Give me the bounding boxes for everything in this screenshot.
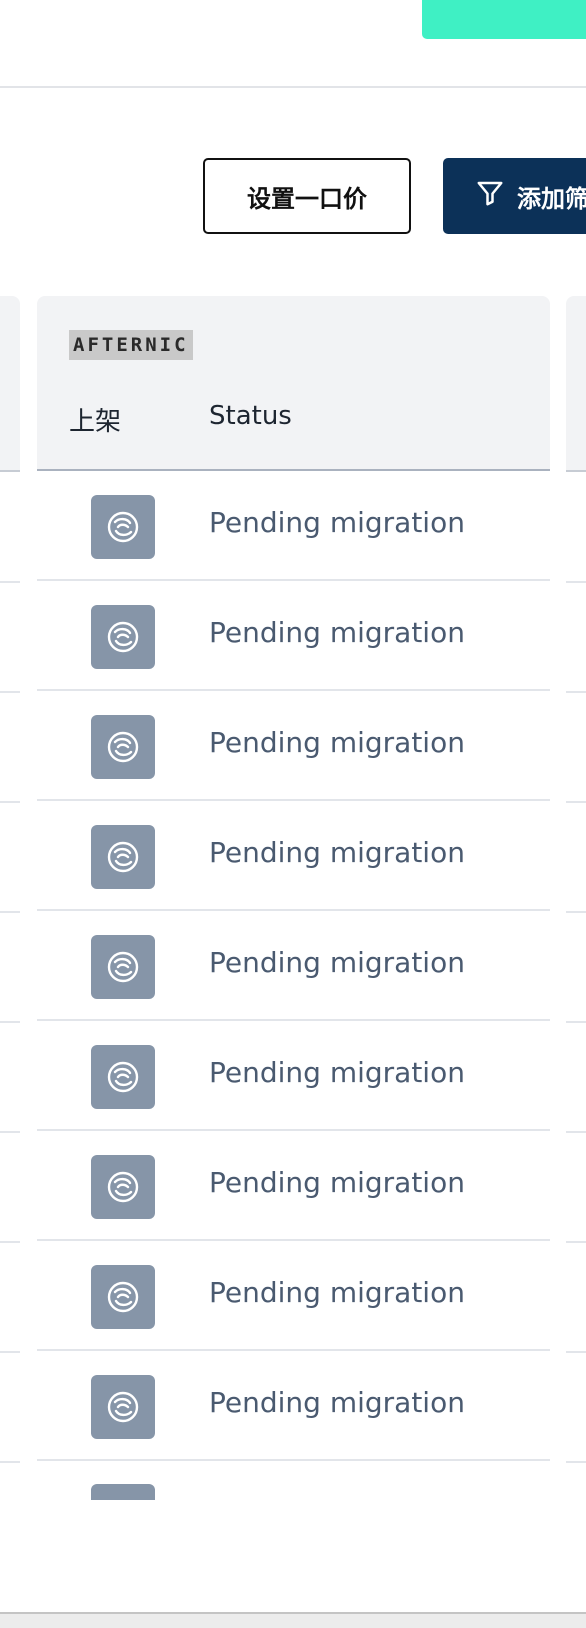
adjacent-column-header-right: [566, 296, 586, 470]
afternic-logo-icon[interactable]: [91, 1155, 155, 1219]
top-accent-button[interactable]: [422, 0, 586, 39]
adjacent-column-cell-left: [0, 471, 20, 583]
table-row[interactable]: Pending migration: [37, 1021, 550, 1131]
row-status: Pending migration: [209, 616, 465, 649]
adjacent-column-cell-right: [566, 691, 586, 803]
table-row[interactable]: Pending migration: [37, 581, 550, 691]
adjacent-column-cell-right: [566, 1131, 586, 1243]
table-row[interactable]: Pending migration: [37, 1131, 550, 1241]
section-divider: [0, 86, 586, 88]
row-status: Pending migration: [209, 1276, 465, 1309]
adjacent-column-cell-left: [0, 1241, 20, 1353]
table-row[interactable]: Pending migration: [37, 471, 550, 581]
row-status: Pending migration: [209, 506, 465, 539]
adjacent-column-cell-left: [0, 1131, 20, 1243]
bottom-bar: [0, 1612, 586, 1628]
column-header-list: 上架: [69, 407, 122, 437]
adjacent-column-cell-left: [0, 911, 20, 1023]
afternic-rows: Pending migration Pending migration Pendin…: [37, 471, 550, 1461]
row-status: Pending migration: [209, 1166, 465, 1199]
adjacent-column-cell-right: [566, 1351, 586, 1463]
table-row[interactable]: Pending migration: [37, 801, 550, 911]
set-fixed-price-button[interactable]: 设置一口价: [203, 158, 411, 234]
adjacent-column-cell-left: [0, 691, 20, 803]
add-filter-label: 添加筛选: [517, 184, 586, 213]
column-header-status: Status: [209, 401, 292, 431]
adjacent-column-cell-right: [566, 581, 586, 693]
row-status: Pending migration: [209, 1056, 465, 1089]
table-row[interactable]: Pending migration: [37, 691, 550, 801]
afternic-logo-icon[interactable]: [91, 495, 155, 559]
adjacent-column-cell-right: [566, 1021, 586, 1133]
row-status: Pending migration: [209, 836, 465, 869]
table-row[interactable]: Pending migration: [37, 911, 550, 1021]
adjacent-column-cell-right: [566, 911, 586, 1023]
provider-label: AFTERNIC: [69, 330, 193, 360]
adjacent-column-cell-left: [0, 801, 20, 913]
row-status: Pending migration: [209, 726, 465, 759]
add-filter-button[interactable]: 添加筛选: [443, 158, 586, 234]
adjacent-column-cell-left: [0, 1351, 20, 1463]
afternic-logo-icon[interactable]: [91, 935, 155, 999]
filter-icon: [475, 178, 505, 214]
table-row[interactable]: Pending migration: [37, 1241, 550, 1351]
afternic-logo-icon[interactable]: [91, 1375, 155, 1439]
afternic-logo-icon[interactable]: [91, 605, 155, 669]
row-status: Pending migration: [209, 1386, 465, 1419]
row-status: Pending migration: [209, 946, 465, 979]
adjacent-column-cell-right: [566, 801, 586, 913]
table-row[interactable]: Pending migration: [37, 1351, 550, 1461]
adjacent-column-cell-left: [0, 581, 20, 693]
afternic-logo-icon: [91, 1484, 155, 1500]
afternic-logo-icon[interactable]: [91, 715, 155, 779]
adjacent-column-cell-right: [566, 471, 586, 583]
afternic-column-header: AFTERNIC 上架 Status: [37, 296, 550, 471]
afternic-logo-icon[interactable]: [91, 1045, 155, 1109]
set-fixed-price-label: 设置一口价: [247, 184, 367, 213]
adjacent-column-header-left: [0, 296, 20, 470]
afternic-logo-icon[interactable]: [91, 1265, 155, 1329]
adjacent-column-cell-right: [566, 1241, 586, 1353]
adjacent-column-cell-left: [0, 1021, 20, 1133]
afternic-logo-icon[interactable]: [91, 825, 155, 889]
